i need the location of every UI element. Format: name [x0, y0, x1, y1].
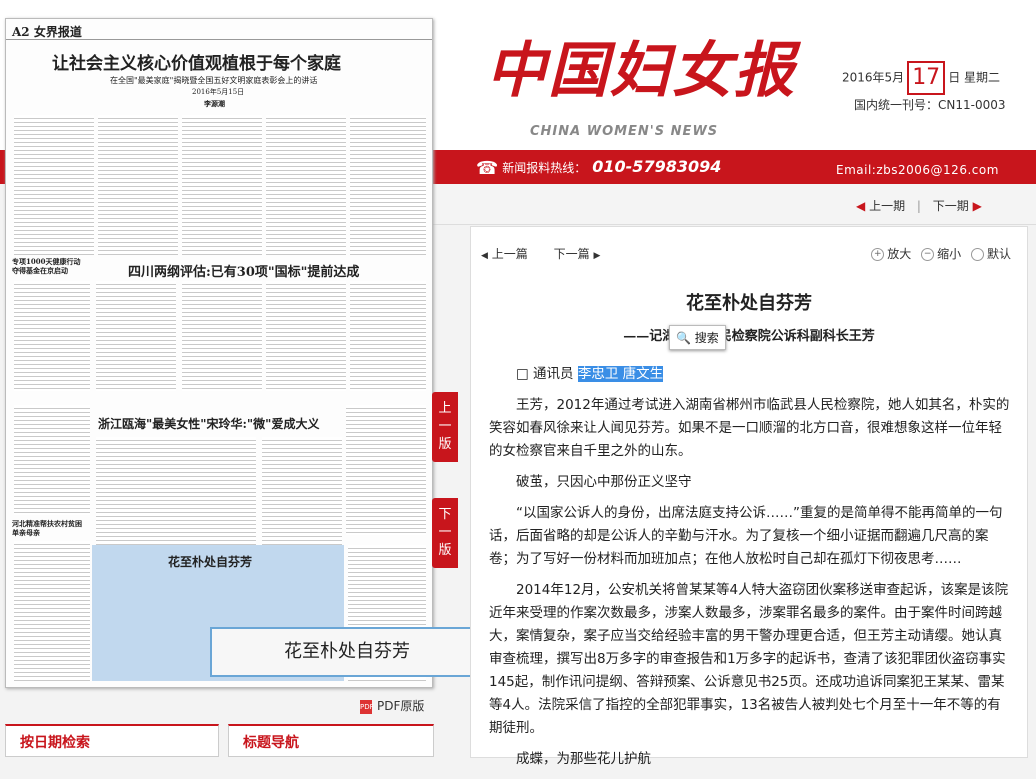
selected-byline-names[interactable]: 李忠卫 唐文生	[577, 366, 664, 382]
prev-article-link[interactable]: 上一篇	[492, 247, 528, 261]
zoom-in-button[interactable]: 放大	[887, 247, 911, 261]
text-column	[266, 281, 346, 391]
hotline-number: 010-57983094	[592, 157, 722, 176]
prev-page-tab[interactable]: 上一版	[432, 392, 458, 462]
article-subtitle: ——记湖南省 人民检察院公诉科副科长王芳	[623, 329, 875, 344]
text-column	[266, 115, 346, 255]
article-title: 花至朴处自芬芳	[686, 293, 812, 314]
zoom-in-icon[interactable]: +	[871, 248, 885, 261]
default-size-button[interactable]: 默认	[987, 247, 1011, 261]
search-by-date-box[interactable]: 按日期检索	[5, 724, 219, 757]
next-article-link[interactable]: 下一篇	[554, 247, 590, 261]
search-icon: 🔍	[676, 331, 691, 345]
title-navigation-box[interactable]: 标题导航	[228, 724, 434, 757]
paragraph: 王芳，2012年通过考试进入湖南省郴州市临武县人民检察院，她人如其名，朴实的笑容…	[489, 397, 1010, 459]
triangle-left-icon: ◀	[481, 251, 488, 261]
paper-headline-3: 浙江瓯海"最美女性"宋玲华:"微"爱成大义	[98, 417, 320, 431]
text-column	[96, 281, 176, 391]
text-column	[346, 405, 426, 535]
paper-author: 李源潮	[204, 99, 225, 108]
contact-email[interactable]: Email:zbs2006@126.com	[836, 163, 999, 177]
text-column	[14, 115, 94, 255]
date-prefix: 2016年5月	[842, 70, 905, 85]
date-day: 17	[907, 61, 946, 95]
pdf-icon: PDF	[360, 699, 374, 714]
search-popup-label: 搜索	[694, 331, 719, 345]
font-size-controls: + 放大 − 缩小 默认	[871, 245, 1011, 262]
default-size-icon[interactable]	[970, 248, 984, 261]
triangle-left-icon: ◀	[856, 199, 866, 213]
section-heading: 破茧，只因心中那份正义坚守	[516, 474, 692, 490]
date-suffix: 日 星期二	[948, 70, 1001, 85]
news-hotline: ☎ 新闻报料热线： 010-57983094	[476, 157, 721, 179]
triangle-right-icon: ▶	[972, 199, 982, 213]
side-headline: 专项1000天健康行动夺得基金在京启动	[12, 257, 81, 275]
paper-subhead: 在全国"最美家庭"揭晓暨全国五好文明家庭表彰会上的讲话	[110, 76, 318, 85]
text-column	[262, 437, 342, 547]
issue-date: 2016年5月 17 日 星期二	[842, 61, 1000, 95]
article-pagination: ◀ 上一篇 下一篇 ▶	[481, 245, 600, 262]
next-page-tab[interactable]: 下一版	[432, 498, 458, 568]
issue-pagination: ◀ 上一期 | 下一期 ▶	[856, 197, 982, 214]
divider: |	[916, 199, 921, 213]
zoom-out-button[interactable]: 缩小	[937, 247, 961, 261]
byline: □ 通讯员 李忠卫 唐文生	[516, 366, 664, 382]
zoom-out-icon[interactable]: −	[921, 248, 935, 261]
text-column	[14, 405, 90, 515]
triangle-right-icon: ▶	[593, 251, 601, 261]
issn-number: 国内统一刊号：CN11-0003	[854, 98, 1006, 112]
text-column	[350, 281, 426, 391]
next-issue-link[interactable]: 下一期	[933, 199, 969, 213]
phone-icon: ☎	[476, 158, 499, 179]
newspaper-logo-english: CHINA WOMEN'S NEWS	[530, 124, 719, 139]
rule	[6, 39, 432, 40]
side-headline-2: 河北精准帮扶农村贫困单亲母亲	[12, 519, 82, 537]
pdf-original-link[interactable]: PDF PDF原版	[360, 697, 424, 714]
article-body: □ 通讯员 李忠卫 唐文生 王芳，2012年通过考试进入湖南省郴州市临武县人民检…	[489, 363, 1011, 779]
newspaper-logo[interactable]: 中国妇女报	[486, 22, 796, 109]
paper-headline: 让社会主义核心价值观植根于每个家庭	[52, 54, 341, 74]
article-panel: ◀ 上一篇 下一篇 ▶ + 放大 − 缩小 默认 花至朴处自芬芳 ——记湖南省 人民…	[470, 226, 1028, 767]
text-column	[98, 115, 178, 255]
prev-issue-link[interactable]: 上一期	[869, 199, 905, 213]
text-column	[350, 115, 426, 255]
text-column	[14, 281, 90, 391]
text-column	[182, 281, 262, 391]
text-column	[14, 541, 90, 681]
hotline-label: 新闻报料热线：	[502, 161, 587, 175]
article-hover-label[interactable]: 花至朴处自芬芳	[210, 627, 490, 677]
paragraph: 2014年12月，公安机关将曾某某等4人特大盗窃团伙案移送审查起诉，该案是该院近…	[489, 582, 1009, 736]
paper-headline-2: 四川两纲评估:已有30项"国标"提前达成	[128, 265, 360, 280]
paragraph: “以国家公诉人的身份，出席法庭支持公诉……”重复的是简单得不能再简单的一句话，后…	[489, 505, 1003, 567]
paper-date: 2016年5月15日	[192, 88, 245, 96]
text-column	[182, 115, 262, 255]
search-popup[interactable]: 🔍 搜索	[669, 325, 726, 350]
section-heading: 成蝶，为那些花儿护航	[516, 751, 651, 767]
newspaper-page-image[interactable]: A2 女界报道 让社会主义核心价值观植根于每个家庭 在全国"最美家庭"揭晓暨全国…	[5, 18, 433, 688]
text-column	[96, 437, 256, 547]
highlight-article-title: 花至朴处自芬芳	[168, 555, 253, 569]
page-number-label: A2 女界报道	[12, 25, 82, 39]
